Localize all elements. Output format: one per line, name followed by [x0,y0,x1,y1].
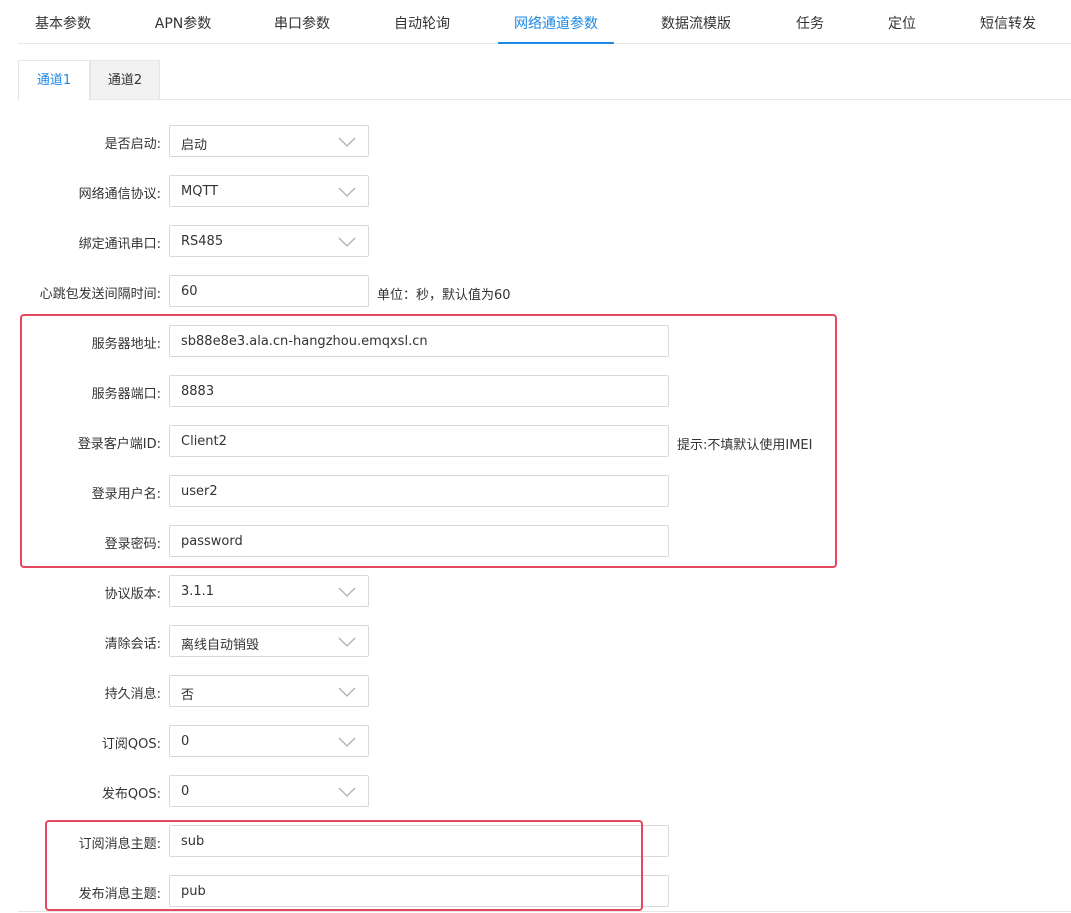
chevron-down-icon [338,737,356,747]
tab-serial-params[interactable]: 串口参数 [273,13,331,44]
chevron-down-icon [338,237,356,247]
form-row-pub-topic: 发布消息主题: pub [0,875,1071,907]
server-addr-label: 服务器地址: [91,337,161,352]
username-value: user2 [181,484,218,499]
version-value: 3.1.1 [181,584,215,599]
sub-qos-select[interactable]: 0 [169,725,369,757]
sub-qos-label: 订阅QOS: [101,737,161,752]
server-addr-value: sb88e8e3.ala.cn-hangzhou.emqxsl.cn [181,334,428,349]
sub-topic-label: 订阅消息主题: [78,837,161,852]
password-label: 登录密码: [104,537,161,552]
pub-qos-label: 发布QOS: [101,787,161,802]
form-row-clean-session: 清除会话: 离线自动销毁 [0,625,1071,657]
retain-value: 否 [181,688,195,703]
tab-basic-params[interactable]: 基本参数 [34,13,92,44]
username-label: 登录用户名: [91,487,161,502]
clean-session-label: 清除会话: [104,637,161,652]
tab-tasks[interactable]: 任务 [795,13,825,44]
tab-dataflow-template[interactable]: 数据流模版 [660,13,732,44]
heartbeat-value: 60 [181,284,198,299]
enable-value: 启动 [181,138,208,153]
username-input[interactable]: user2 [169,475,669,507]
client-id-label: 登录客户端ID: [77,437,161,452]
chevron-down-icon [338,137,356,147]
server-port-value: 8883 [181,384,215,399]
form-row-enable: 是否启动: 启动 [0,125,1071,157]
pub-topic-value: pub [181,884,206,899]
server-addr-input[interactable]: sb88e8e3.ala.cn-hangzhou.emqxsl.cn [169,325,669,357]
tab-sms-forward[interactable]: 短信转发 [979,13,1037,44]
tab-location[interactable]: 定位 [887,13,917,44]
server-port-input[interactable]: 8883 [169,375,669,407]
form-row-serial: 绑定通讯串口: RS485 [0,225,1071,257]
bottom-divider [18,911,1071,912]
heartbeat-input[interactable]: 60 [169,275,369,307]
form-row-username: 登录用户名: user2 [0,475,1071,507]
retain-select[interactable]: 否 [169,675,369,707]
serial-label: 绑定通讯串口: [78,237,161,252]
server-port-label: 服务器端口: [91,387,161,402]
form-row-sub-qos: 订阅QOS: 0 [0,725,1071,757]
client-id-hint: 提示:不填默认使用IMEI [677,438,813,453]
chevron-down-icon [338,587,356,597]
form-row-server-port: 服务器端口: 8883 [0,375,1071,407]
channel-tab-bar: 通道1 通道2 [18,60,1071,101]
form-row-version: 协议版本: 3.1.1 [0,575,1071,607]
version-select[interactable]: 3.1.1 [169,575,369,607]
serial-value: RS485 [181,234,224,249]
pub-topic-label: 发布消息主题: [78,887,161,902]
form-row-sub-topic: 订阅消息主题: sub [0,825,1071,857]
chevron-down-icon [338,187,356,197]
retain-label: 持久消息: [104,687,161,702]
tab-channel-1[interactable]: 通道1 [18,60,90,101]
form-row-retain: 持久消息: 否 [0,675,1071,707]
form-row-client-id: 登录客户端ID: Client2 提示:不填默认使用IMEI [0,425,1071,457]
tab-auto-poll[interactable]: 自动轮询 [393,13,451,44]
clean-session-value: 离线自动销毁 [181,638,260,653]
tab-channel-2[interactable]: 通道2 [90,60,160,100]
tab-network-channel-params[interactable]: 网络通道参数 [498,13,614,44]
clean-session-select[interactable]: 离线自动销毁 [169,625,369,657]
client-id-input[interactable]: Client2 [169,425,669,457]
tab-apn-params[interactable]: APN参数 [153,13,213,44]
enable-select[interactable]: 启动 [169,125,369,157]
password-value: password [181,534,243,549]
serial-select[interactable]: RS485 [169,225,369,257]
form-row-server-addr: 服务器地址: sb88e8e3.ala.cn-hangzhou.emqxsl.c… [0,325,1071,357]
form-row-pub-qos: 发布QOS: 0 [0,775,1071,807]
version-label: 协议版本: [104,587,161,602]
form-row-protocol: 网络通信协议: MQTT [0,175,1071,207]
top-tab-bar: 基本参数 APN参数 串口参数 自动轮询 网络通道参数 数据流模版 任务 定位 … [18,0,1071,44]
chevron-down-icon [338,687,356,697]
pub-topic-input[interactable]: pub [169,875,669,907]
pub-qos-select[interactable]: 0 [169,775,369,807]
password-input[interactable]: password [169,525,669,557]
client-id-value: Client2 [181,434,227,449]
protocol-value: MQTT [181,184,219,199]
sub-qos-value: 0 [181,734,190,749]
form-row-heartbeat: 心跳包发送间隔时间: 60 单位：秒，默认值为60 [0,275,1071,307]
sub-topic-value: sub [181,834,205,849]
heartbeat-label: 心跳包发送间隔时间: [39,287,161,302]
enable-label: 是否启动: [104,137,161,152]
protocol-select[interactable]: MQTT [169,175,369,207]
chevron-down-icon [338,637,356,647]
pub-qos-value: 0 [181,784,190,799]
form-row-password: 登录密码: password [0,525,1071,557]
protocol-label: 网络通信协议: [78,187,161,202]
sub-topic-input[interactable]: sub [169,825,669,857]
heartbeat-hint: 单位：秒，默认值为60 [377,288,511,303]
chevron-down-icon [338,787,356,797]
